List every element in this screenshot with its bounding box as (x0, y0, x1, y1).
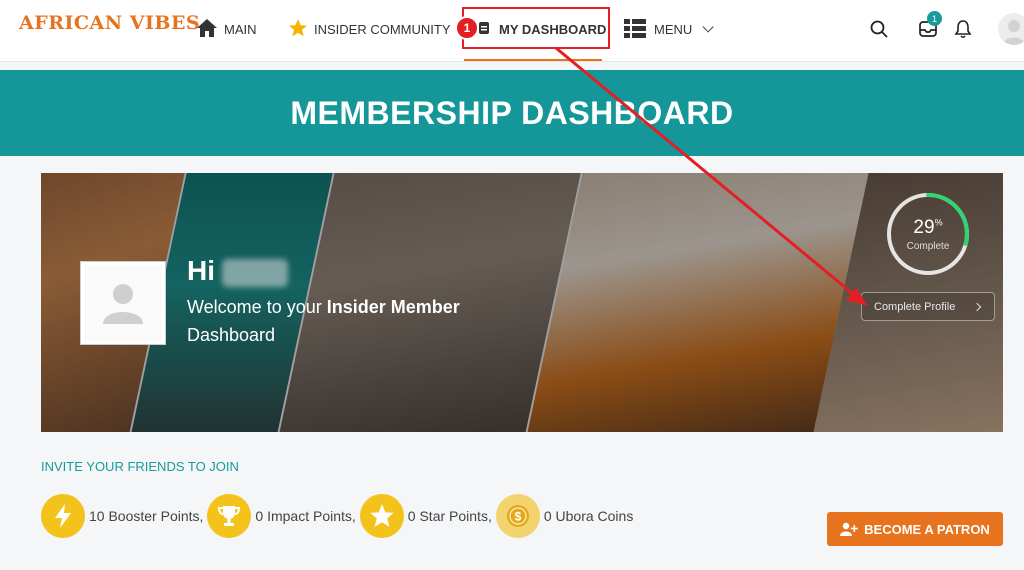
profile-avatar-placeholder[interactable] (80, 261, 166, 345)
patron-button-label: BECOME A PATRON (864, 521, 990, 537)
home-icon (196, 18, 218, 41)
list-menu-icon (624, 18, 646, 41)
blurred-username (222, 259, 288, 287)
coin-icon: $ (495, 494, 540, 538)
star-icon (288, 18, 308, 41)
complete-profile-button[interactable]: Complete Profile (861, 292, 995, 321)
chevron-right-icon (972, 302, 982, 312)
trophy-icon (207, 494, 252, 538)
booster-points: 10 Booster Points, (89, 508, 204, 524)
star-icon (359, 494, 404, 538)
inbox-count-badge: 1 (927, 11, 942, 26)
svg-text:$: $ (515, 510, 522, 524)
nav-item-menu[interactable]: MENU (624, 17, 715, 41)
add-user-icon (840, 522, 858, 536)
chevron-down-icon (702, 21, 715, 33)
nav-insider-label: INSIDER COMMUNITY (314, 21, 451, 37)
dashboard-icon (478, 21, 490, 38)
welcome-prefix: Welcome to your (187, 297, 327, 317)
lightning-icon (41, 494, 85, 538)
welcome-suffix: Dashboard (187, 325, 276, 345)
star-points: 0 Star Points, (407, 508, 492, 524)
welcome-message: Welcome to your Insider Member Dashboard (187, 293, 487, 349)
progress-unit: % (934, 217, 943, 228)
page-title: MEMBERSHIP DASHBOARD (290, 94, 734, 131)
nav-dashboard-label: MY DASHBOARD (499, 21, 607, 37)
site-logo[interactable]: AFRICAN VIBES (19, 12, 200, 34)
nav-item-main[interactable]: MAIN (196, 17, 257, 41)
active-tab-underline (464, 59, 602, 61)
progress-value: 29 (913, 217, 935, 238)
ubora-coins: 0 Ubora Coins (543, 508, 634, 524)
welcome-bold: Insider Member (326, 297, 460, 317)
become-patron-button[interactable]: BECOME A PATRON (827, 512, 1003, 546)
step-number-badge: 1 (455, 16, 479, 40)
top-navbar: AFRICAN VIBES MAIN INSIDER COMMUNITY MY … (0, 0, 1024, 62)
greeting-text: Hi (187, 255, 215, 286)
bell-icon[interactable] (953, 19, 973, 39)
nav-item-my-dashboard[interactable]: MY DASHBOARD (478, 17, 606, 41)
invite-friends-link[interactable]: INVITE YOUR FRIENDS TO JOIN (41, 459, 239, 474)
search-icon[interactable] (869, 19, 889, 39)
impact-points: 0 Impact Points, (255, 508, 356, 524)
membership-banner: MEMBERSHIP DASHBOARD (0, 70, 1024, 156)
progress-label: Complete (906, 241, 950, 252)
dashboard-hero: Hi Welcome to your Insider Member Dashboa… (41, 173, 1003, 432)
points-summary: 10 Booster Points, 0 Impact Points, 0 St… (41, 493, 637, 539)
complete-profile-label: Complete Profile (874, 300, 956, 313)
nav-item-insider-community[interactable]: INSIDER COMMUNITY (288, 17, 473, 41)
user-avatar[interactable] (998, 13, 1024, 45)
nav-menu-label: MENU (654, 21, 693, 37)
progress-percent: 29% (885, 217, 971, 239)
hero-overlay (41, 173, 1003, 432)
nav-main-label: MAIN (224, 21, 257, 37)
